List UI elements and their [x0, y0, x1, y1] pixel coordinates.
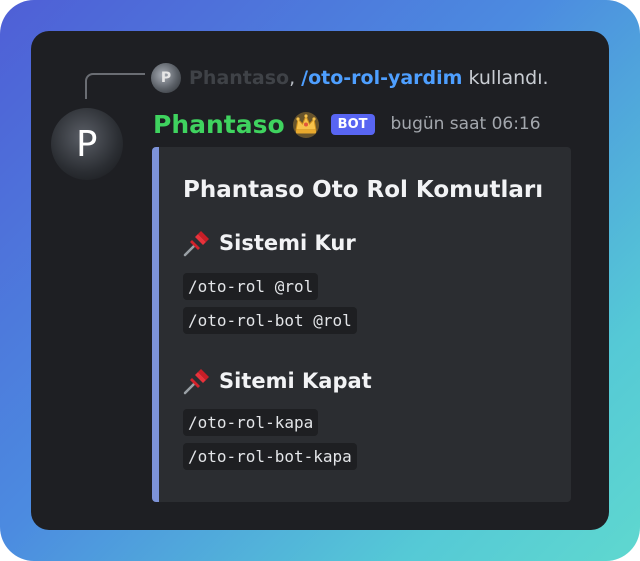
reply-avatar-letter: P: [160, 70, 172, 86]
reply-used-text: kullandı.: [468, 67, 549, 89]
message-header: Phantaso BOT bugün saat 06:16: [153, 107, 541, 141]
author-avatar-letter: P: [76, 123, 98, 165]
section-heading-label: Sitemi Kapat: [219, 369, 372, 393]
command-code: /oto-rol @rol: [183, 273, 319, 300]
reply-context[interactable]: P Phantaso , /oto-rol-yardim kullandı.: [151, 63, 549, 93]
reply-username[interactable]: Phantaso: [189, 67, 289, 89]
reply-command-link[interactable]: /oto-rol-yardim: [301, 67, 462, 89]
author-avatar[interactable]: P: [51, 108, 123, 180]
author-name[interactable]: Phantaso: [153, 110, 285, 139]
reply-comma: ,: [289, 67, 296, 89]
embed-title: Phantaso Oto Rol Komutları: [183, 177, 544, 203]
command-code: /oto-rol-kapa: [183, 409, 319, 436]
gradient-frame: P Phantaso , /oto-rol-yardim kullandı. P…: [0, 0, 640, 561]
embed-card: Phantaso Oto Rol Komutları Sistemi Kur /…: [152, 147, 571, 502]
bot-tag: BOT: [330, 113, 375, 135]
discord-message-panel: P Phantaso , /oto-rol-yardim kullandı. P…: [31, 31, 609, 530]
message-timestamp[interactable]: bugün saat 06:16: [391, 114, 541, 134]
pushpin-icon: [183, 231, 209, 257]
command-code: /oto-rol-bot @rol: [183, 307, 357, 334]
reply-connector-line: [85, 73, 145, 99]
section-heading-label: Sistemi Kur: [219, 231, 356, 255]
reply-avatar[interactable]: P: [151, 63, 181, 93]
section-heading-install: Sistemi Kur: [181, 227, 356, 259]
crown-icon: [292, 112, 319, 138]
pushpin-icon: [183, 369, 209, 395]
section-heading-close: Sitemi Kapat: [181, 365, 372, 397]
command-code: /oto-rol-bot-kapa: [183, 443, 357, 470]
